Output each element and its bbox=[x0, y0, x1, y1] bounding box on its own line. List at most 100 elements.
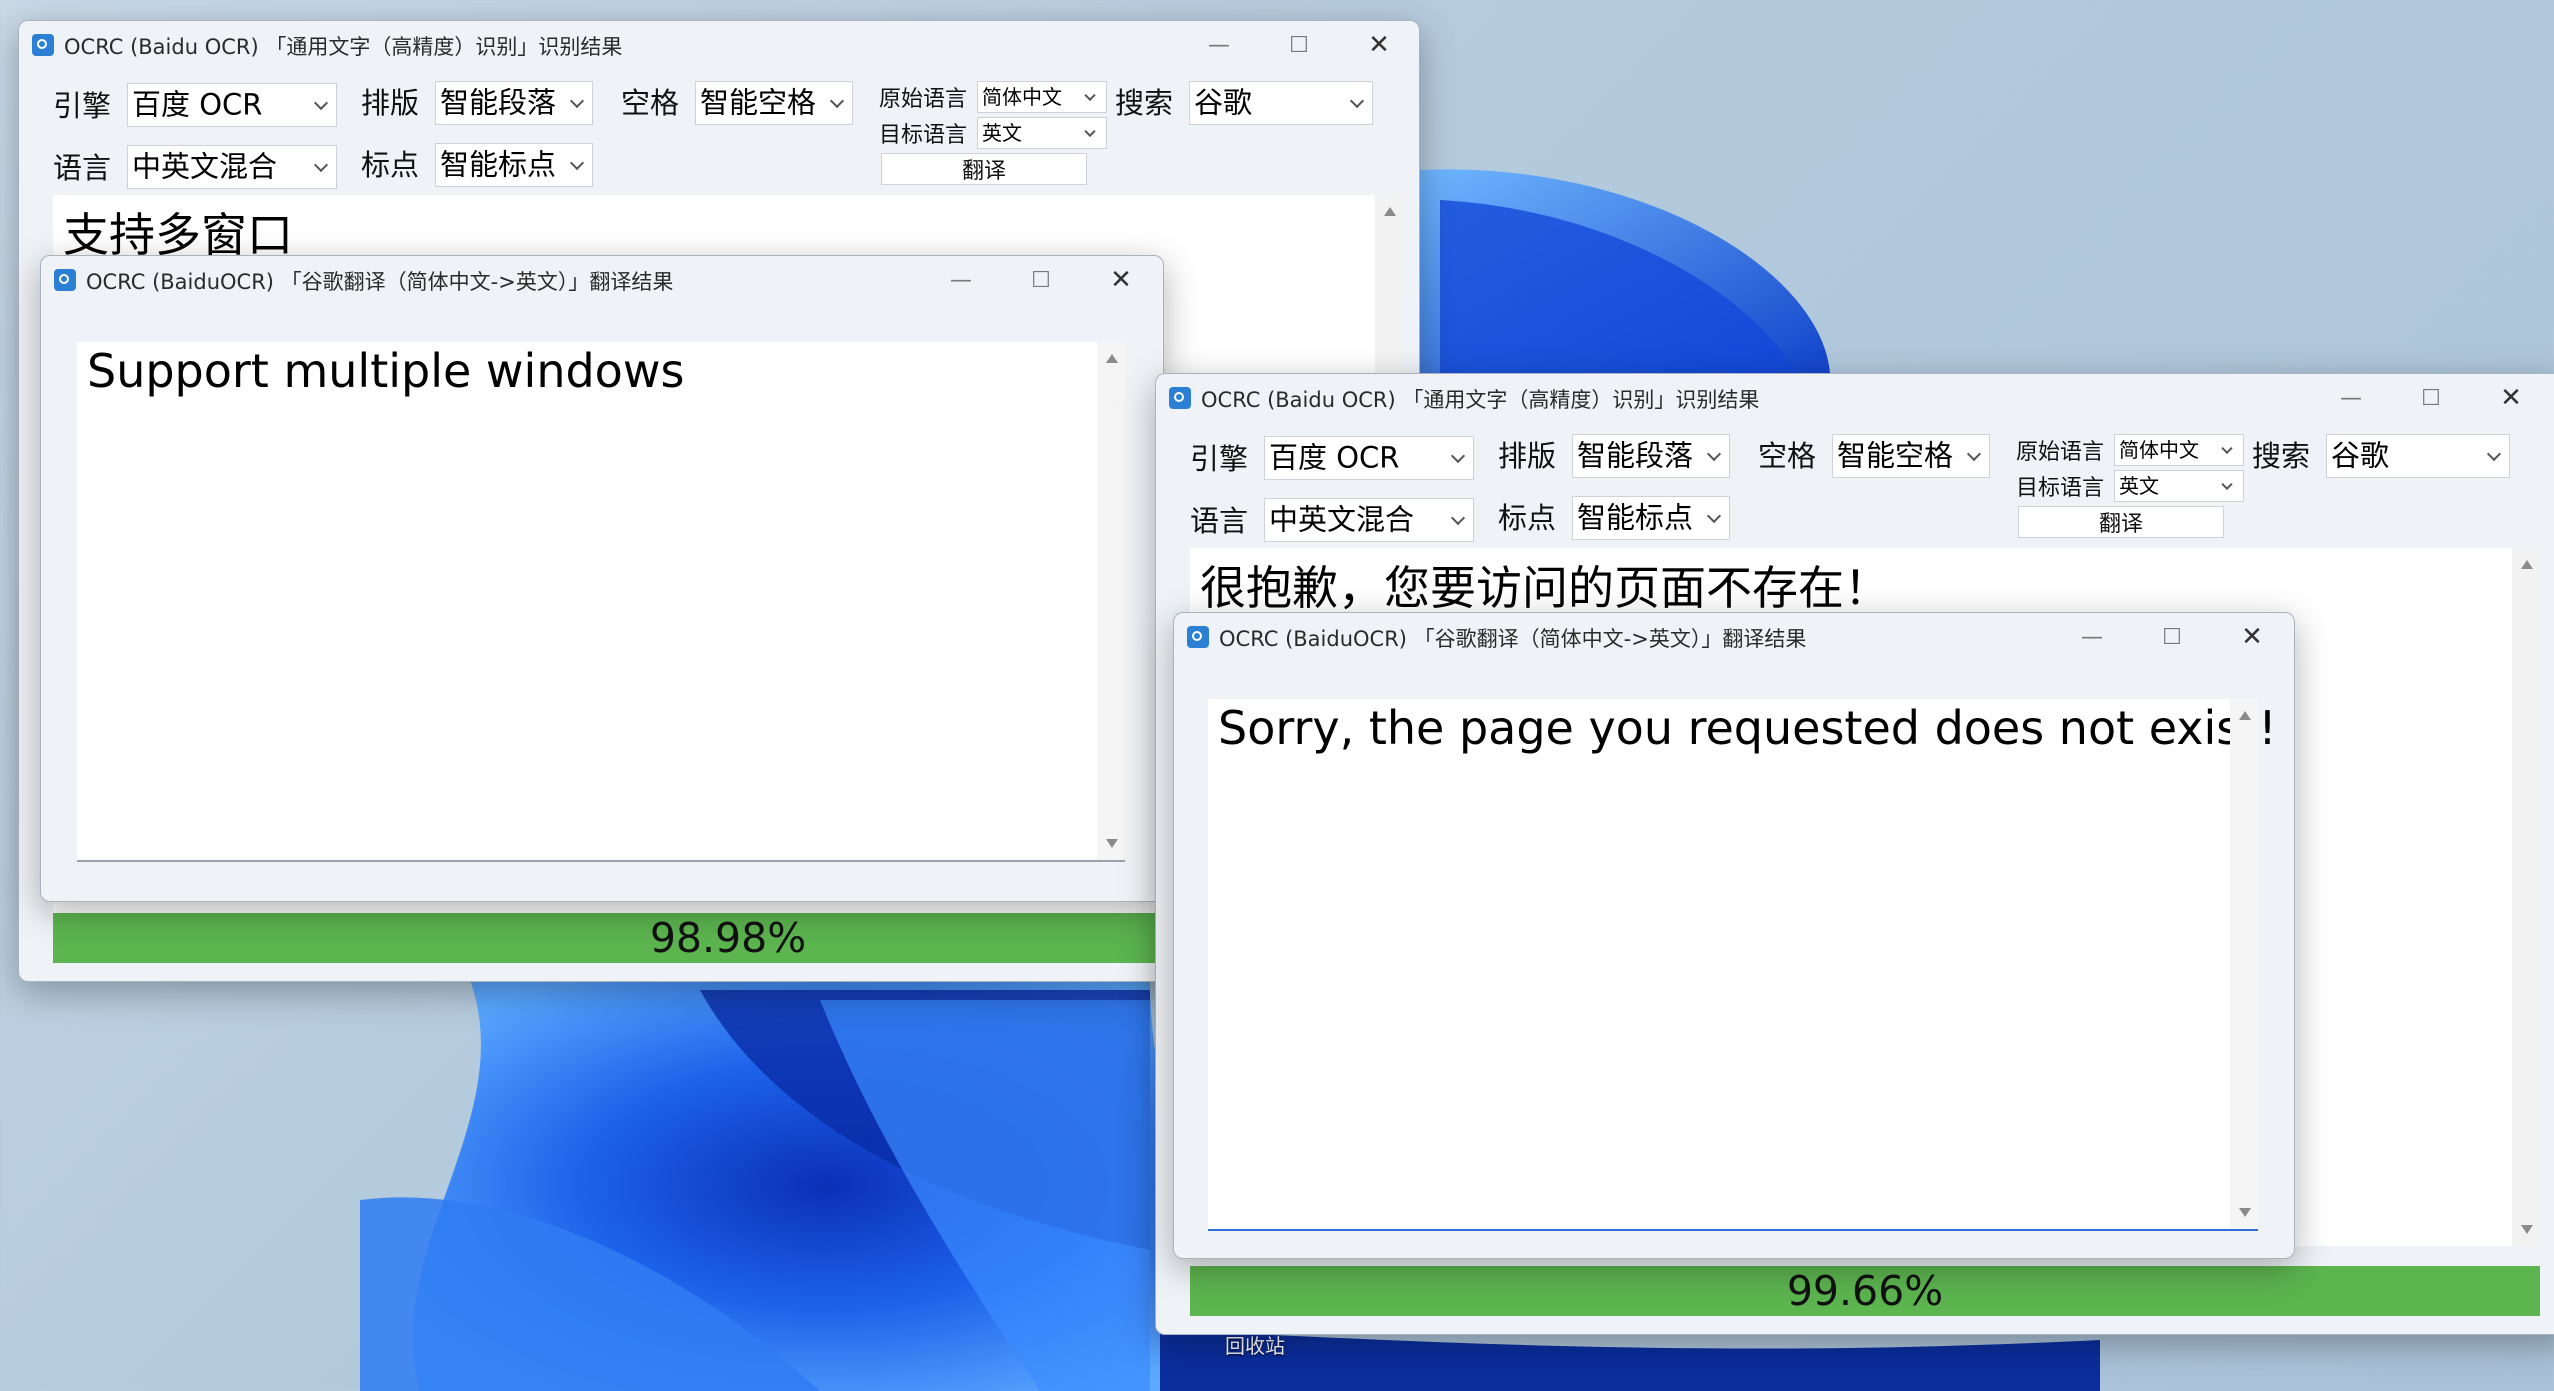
chevron-down-icon bbox=[1084, 125, 1096, 138]
punctuation-select[interactable]: 智能标点 bbox=[1572, 496, 1730, 540]
punctuation-select[interactable]: 智能标点 bbox=[435, 143, 593, 187]
chevron-down-icon bbox=[829, 93, 845, 109]
source-language-label: 原始语言 bbox=[2016, 440, 2105, 465]
confidence-bar: 99.66% bbox=[1190, 1266, 2540, 1316]
window-title: OCRC (BaiduOCR) 「谷歌翻译（简体中文->英文）」翻译结果 bbox=[1219, 627, 1807, 651]
close-button[interactable]: ✕ bbox=[2471, 374, 2551, 422]
chevron-down-icon bbox=[1349, 93, 1365, 109]
scroll-down-icon[interactable] bbox=[1106, 839, 1118, 848]
translate-button[interactable]: 翻译 bbox=[881, 153, 1087, 185]
maximize-button[interactable]: ☐ bbox=[1259, 21, 1339, 69]
scroll-up-icon[interactable] bbox=[1106, 354, 1118, 363]
engine-select[interactable]: 百度 OCR bbox=[1264, 436, 1474, 480]
window-title: OCRC (Baidu OCR) 「通用文字（高精度）识别」识别结果 bbox=[64, 35, 623, 59]
chevron-down-icon bbox=[313, 95, 329, 111]
close-button[interactable]: ✕ bbox=[1081, 256, 1161, 304]
vertical-scrollbar[interactable] bbox=[2230, 699, 2258, 1229]
target-language-value: 英文 bbox=[2119, 474, 2159, 498]
punctuation-label: 标点 bbox=[1498, 501, 1557, 535]
translation-window-2: OCRC (BaiduOCR) 「谷歌翻译（简体中文->英文）」翻译结果 — ☐… bbox=[1173, 612, 2295, 1259]
chevron-down-icon bbox=[2221, 478, 2233, 491]
scroll-down-icon[interactable] bbox=[2521, 1225, 2533, 1234]
search-engine-select[interactable]: 谷歌 bbox=[1189, 81, 1373, 125]
target-language-label: 目标语言 bbox=[879, 123, 968, 148]
language-label: 语言 bbox=[1190, 504, 1249, 538]
scroll-up-icon[interactable] bbox=[2239, 711, 2251, 720]
chevron-down-icon bbox=[1966, 446, 1982, 462]
space-select[interactable]: 智能空格 bbox=[695, 81, 853, 125]
language-select[interactable]: 中英文混合 bbox=[1264, 498, 1474, 542]
minimize-button[interactable]: — bbox=[2052, 613, 2132, 661]
space-value: 智能空格 bbox=[700, 85, 817, 120]
maximize-button[interactable]: ☐ bbox=[2132, 613, 2212, 661]
translation-window-1: OCRC (BaiduOCR) 「谷歌翻译（简体中文->英文）」翻译结果 — ☐… bbox=[40, 255, 1164, 902]
vertical-scrollbar[interactable] bbox=[1097, 342, 1125, 860]
source-language-select[interactable]: 简体中文 bbox=[977, 81, 1107, 113]
chevron-down-icon bbox=[1450, 448, 1466, 464]
title-bar[interactable]: OCRC (BaiduOCR) 「谷歌翻译（简体中文->英文）」翻译结果 — ☐… bbox=[1174, 613, 2294, 661]
translation-textarea[interactable]: Sorry, the page you requested does not e… bbox=[1208, 699, 2277, 1231]
chevron-down-icon bbox=[1706, 446, 1722, 462]
punctuation-label: 标点 bbox=[361, 148, 420, 182]
scroll-up-icon[interactable] bbox=[2521, 560, 2533, 569]
chevron-down-icon bbox=[1706, 508, 1722, 524]
search-engine-value: 谷歌 bbox=[2331, 438, 2390, 473]
target-language-value: 英文 bbox=[982, 121, 1022, 145]
punctuation-value: 智能标点 bbox=[440, 147, 557, 182]
engine-value: 百度 OCR bbox=[132, 87, 263, 122]
source-language-label: 原始语言 bbox=[879, 87, 968, 112]
vertical-scrollbar[interactable] bbox=[2512, 548, 2540, 1246]
target-language-select[interactable]: 英文 bbox=[2114, 470, 2244, 502]
close-button[interactable]: ✕ bbox=[2212, 613, 2292, 661]
maximize-button[interactable]: ☐ bbox=[1001, 256, 1081, 304]
title-bar[interactable]: OCRC (BaiduOCR) 「谷歌翻译（简体中文->英文）」翻译结果 — ☐… bbox=[41, 256, 1163, 304]
language-select[interactable]: 中英文混合 bbox=[127, 145, 337, 189]
scroll-up-icon[interactable] bbox=[1384, 207, 1396, 216]
layout-select[interactable]: 智能段落 bbox=[1572, 434, 1730, 478]
space-select[interactable]: 智能空格 bbox=[1832, 434, 1990, 478]
space-label: 空格 bbox=[621, 86, 680, 120]
chevron-down-icon bbox=[313, 157, 329, 173]
chevron-down-icon bbox=[2221, 442, 2233, 455]
engine-label: 引擎 bbox=[53, 89, 112, 123]
recycle-bin-label: 回收站 bbox=[1225, 1334, 1285, 1358]
engine-value: 百度 OCR bbox=[1269, 440, 1400, 475]
camera-icon bbox=[1187, 626, 1209, 648]
source-language-value: 简体中文 bbox=[982, 85, 1062, 109]
minimize-button[interactable]: — bbox=[2311, 374, 2391, 422]
engine-select[interactable]: 百度 OCR bbox=[127, 83, 337, 127]
engine-label: 引擎 bbox=[1190, 442, 1249, 476]
scroll-down-icon[interactable] bbox=[2239, 1208, 2251, 1217]
window-title: OCRC (BaiduOCR) 「谷歌翻译（简体中文->英文）」翻译结果 bbox=[86, 270, 674, 294]
search-engine-value: 谷歌 bbox=[1194, 85, 1253, 120]
close-button[interactable]: ✕ bbox=[1339, 21, 1419, 69]
language-value: 中英文混合 bbox=[132, 149, 278, 184]
minimize-button[interactable]: — bbox=[1179, 21, 1259, 69]
target-language-select[interactable]: 英文 bbox=[977, 117, 1107, 149]
chevron-down-icon bbox=[2486, 446, 2502, 462]
translation-text: Support multiple windows bbox=[87, 344, 685, 398]
layout-value: 智能段落 bbox=[440, 85, 557, 120]
chevron-down-icon bbox=[1084, 89, 1096, 102]
translation-textarea[interactable]: Support multiple windows bbox=[77, 342, 1125, 862]
source-language-select[interactable]: 简体中文 bbox=[2114, 434, 2244, 466]
translation-text: Sorry, the page you requested does not e… bbox=[1218, 701, 2277, 755]
camera-icon bbox=[1169, 387, 1191, 409]
window-title: OCRC (Baidu OCR) 「通用文字（高精度）识别」识别结果 bbox=[1201, 388, 1760, 412]
camera-icon bbox=[32, 34, 54, 56]
ocr-result-text: 很抱歉，您要访问的页面不存在！ bbox=[1200, 561, 1890, 615]
translate-button[interactable]: 翻译 bbox=[2018, 506, 2224, 538]
search-label: 搜索 bbox=[1115, 86, 1174, 120]
layout-label: 排版 bbox=[1498, 439, 1557, 473]
minimize-button[interactable]: — bbox=[921, 256, 1001, 304]
layout-value: 智能段落 bbox=[1577, 438, 1694, 473]
chevron-down-icon bbox=[569, 93, 585, 109]
maximize-button[interactable]: ☐ bbox=[2391, 374, 2471, 422]
language-value: 中英文混合 bbox=[1269, 502, 1415, 537]
title-bar[interactable]: OCRC (Baidu OCR) 「通用文字（高精度）识别」识别结果 — ☐ ✕ bbox=[1156, 374, 2554, 422]
search-engine-select[interactable]: 谷歌 bbox=[2326, 434, 2510, 478]
title-bar[interactable]: OCRC (Baidu OCR) 「通用文字（高精度）识别」识别结果 — ☐ ✕ bbox=[19, 21, 1419, 69]
punctuation-value: 智能标点 bbox=[1577, 500, 1694, 535]
layout-select[interactable]: 智能段落 bbox=[435, 81, 593, 125]
layout-label: 排版 bbox=[361, 86, 420, 120]
